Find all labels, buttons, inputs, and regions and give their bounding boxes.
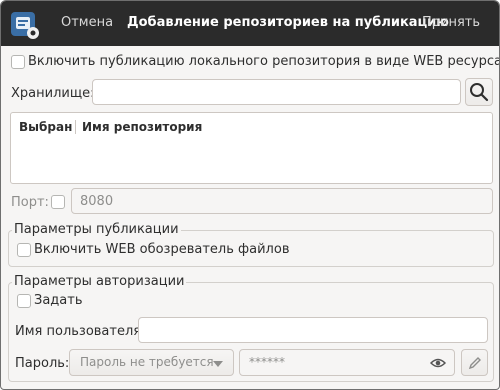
chevron-down-icon [213,361,223,367]
header-bar: Отмена Добавление репозиториев на публик… [1,1,499,46]
username-input[interactable] [138,317,488,343]
username-label: Имя пользователя: [15,324,146,339]
web-browser-label: Включить WEB обозреватель файлов [34,242,290,257]
search-button[interactable] [465,78,493,106]
publish-web-label: Включить публикацию локального репозитор… [28,54,500,69]
port-label: Порт: [11,195,49,210]
eye-icon[interactable] [430,356,446,370]
publish-web-checkbox[interactable] [11,55,25,69]
column-separator [75,120,76,134]
app-icon [11,12,39,39]
auth-params-title: Параметры авторизации [12,274,187,289]
dialog-window: Отмена Добавление репозиториев на публик… [0,0,500,390]
edit-password-button[interactable] [461,349,488,376]
column-header-repo-name[interactable]: Имя репозитория [82,120,202,134]
password-input[interactable]: ****** [239,349,455,376]
port-value: 8080 [80,194,114,209]
pencil-icon [468,357,481,370]
dialog-content: Включить публикацию локального репозитор… [1,46,500,389]
publish-params-title: Параметры публикации [12,222,181,237]
dialog-title: Добавление репозиториев на публикацию [127,15,449,30]
cancel-button[interactable]: Отмена [61,15,113,30]
column-header-selected[interactable]: Выбран [19,120,72,134]
password-value: ****** [249,355,285,369]
auth-set-label: Задать [34,293,83,308]
password-label: Пароль: [15,356,70,371]
auth-set-checkbox[interactable] [17,294,31,308]
storage-label: Хранилище: [11,86,95,101]
password-mode-value: Пароль не требуется [80,355,214,369]
password-mode-select[interactable]: Пароль не требуется [69,349,234,376]
repository-table[interactable]: Выбран Имя репозитория [10,112,493,184]
storage-input[interactable] [92,79,461,105]
port-checkbox[interactable] [51,195,65,209]
search-icon [470,83,489,102]
port-input[interactable]: 8080 [71,188,493,214]
web-browser-checkbox[interactable] [17,243,31,257]
accept-button[interactable]: Принять [422,15,480,30]
